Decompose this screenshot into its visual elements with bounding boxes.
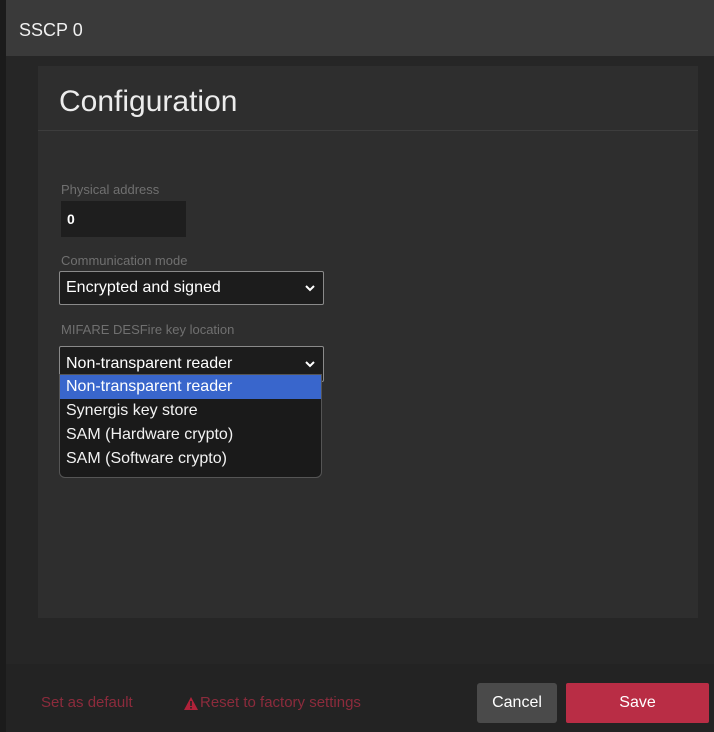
configuration-panel: Configuration Physical address 0 Communi…: [38, 66, 698, 618]
chevron-down-icon: [305, 285, 315, 292]
physical-address-label: Physical address: [61, 182, 160, 197]
reset-factory-link[interactable]: Reset to factory settings: [184, 694, 361, 711]
warning-icon: [184, 696, 198, 710]
dropdown-option[interactable]: SAM (Hardware crypto): [60, 423, 321, 447]
window-title: SSCP 0: [19, 20, 83, 40]
chevron-down-icon: [305, 361, 315, 368]
reset-factory-label: Reset to factory settings: [200, 694, 361, 711]
dropdown-option[interactable]: SAM (Software crypto): [60, 447, 321, 471]
communication-mode-select[interactable]: Encrypted and signed: [59, 271, 324, 305]
footer-bar: Set as default Reset to factory settings…: [6, 664, 714, 732]
communication-mode-value: Encrypted and signed: [66, 279, 221, 296]
dialog-window: SSCP 0 Configuration Physical address 0 …: [6, 0, 714, 732]
cancel-button[interactable]: Cancel: [477, 683, 557, 723]
dropdown-option[interactable]: Non-transparent reader: [60, 375, 321, 399]
set-as-default-link[interactable]: Set as default: [41, 694, 133, 711]
physical-address-input[interactable]: 0: [61, 201, 186, 237]
title-bar: SSCP 0: [6, 0, 714, 56]
communication-mode-label: Communication mode: [61, 253, 188, 268]
key-location-value: Non-transparent reader: [66, 355, 233, 372]
key-location-dropdown: Non-transparent reader Synergis key stor…: [59, 374, 322, 478]
dropdown-option[interactable]: Synergis key store: [60, 399, 321, 423]
content-area[interactable]: Configuration Physical address 0 Communi…: [6, 56, 714, 664]
key-location-label: MIFARE DESFire key location: [61, 322, 235, 337]
panel-title: Configuration: [59, 85, 238, 118]
title-divider: [38, 130, 698, 131]
save-button[interactable]: Save: [566, 683, 709, 723]
